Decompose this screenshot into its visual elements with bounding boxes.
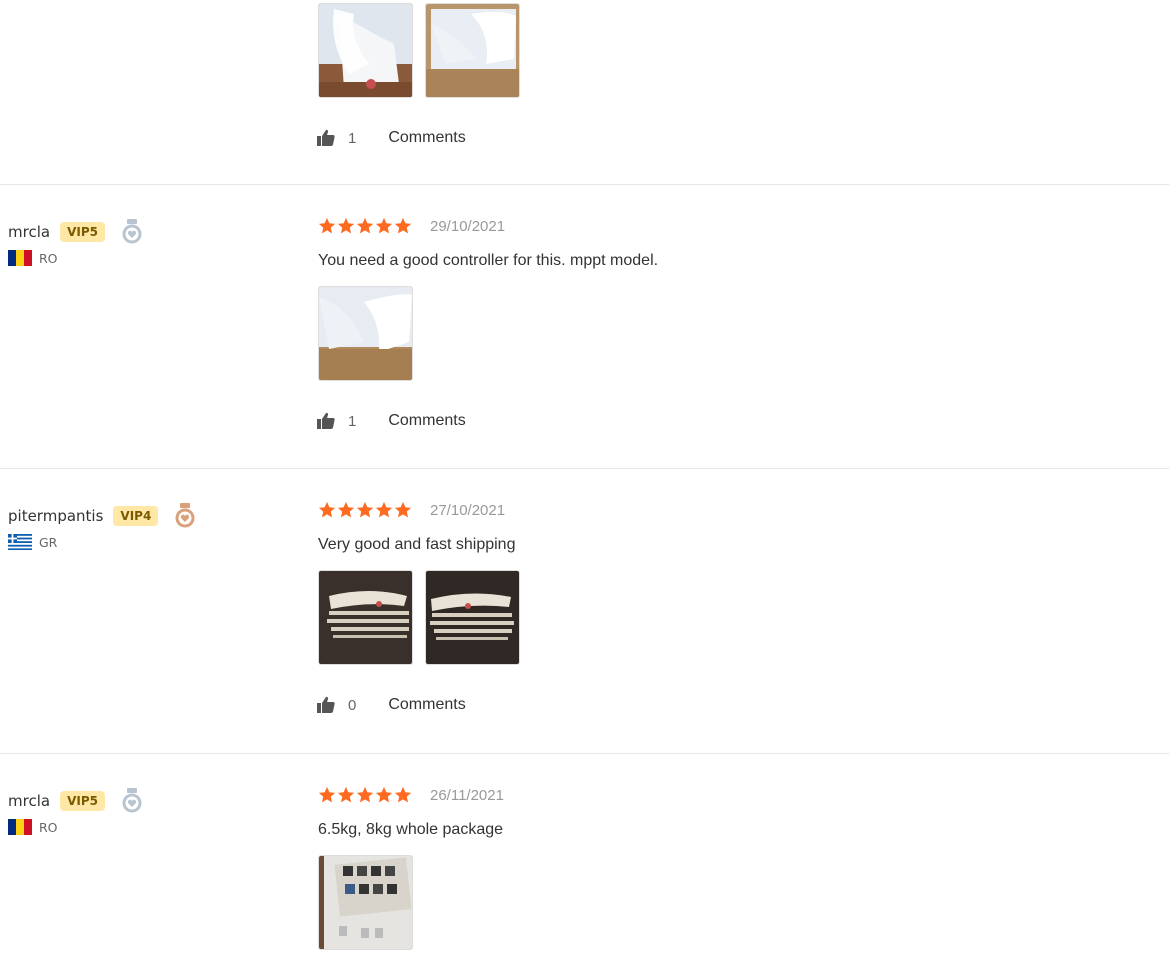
reviewer-country: RO bbox=[39, 250, 58, 266]
review-actions: 1 Comments bbox=[317, 411, 1158, 431]
review-photo-thumbnail[interactable] bbox=[318, 286, 413, 381]
comments-link[interactable]: Comments bbox=[388, 412, 465, 430]
star-icon bbox=[318, 786, 336, 803]
like-button[interactable]: 1 bbox=[317, 128, 357, 148]
bronze-medal-icon bbox=[175, 503, 195, 528]
silver-medal-icon bbox=[122, 219, 142, 244]
reviewer-info: mrcla VIP5 RO bbox=[8, 788, 298, 835]
reviewer-name[interactable]: pitermpantis bbox=[8, 507, 103, 525]
star-icon bbox=[356, 217, 374, 234]
like-button[interactable]: 1 bbox=[317, 411, 357, 431]
review-text: 6.5kg, 8kg whole package bbox=[318, 821, 504, 838]
review-item: 1 Comments bbox=[0, 0, 1169, 185]
star-icon bbox=[394, 217, 412, 234]
review-photo-thumbnail[interactable] bbox=[425, 3, 520, 98]
star-icon bbox=[337, 501, 355, 518]
star-icon bbox=[337, 786, 355, 803]
reviews-page: 1 Comments mrcla VIP5 RO 29/10/2021 You … bbox=[0, 0, 1169, 966]
review-item: mrcla VIP5 RO bbox=[0, 185, 1169, 469]
like-button[interactable]: 0 bbox=[317, 695, 357, 715]
comments-link[interactable]: Comments bbox=[388, 696, 465, 714]
reviewer-name[interactable]: mrcla bbox=[8, 223, 50, 241]
review-photo-thumbnail[interactable] bbox=[318, 570, 413, 665]
review-actions: 0 Comments bbox=[317, 695, 1158, 715]
vip-badge: VIP5 bbox=[60, 222, 105, 242]
star-icon bbox=[318, 217, 336, 234]
review-date: 27/10/2021 bbox=[430, 501, 506, 519]
reviewer-country: GR bbox=[39, 534, 58, 550]
review-photo-thumbnail[interactable] bbox=[425, 570, 520, 665]
review-images bbox=[318, 855, 1158, 950]
like-count: 0 bbox=[348, 696, 357, 714]
romania-flag-icon bbox=[8, 250, 32, 266]
star-rating bbox=[318, 217, 412, 235]
vip-badge: VIP5 bbox=[60, 791, 105, 811]
review-photo-thumbnail[interactable] bbox=[318, 855, 413, 950]
star-icon bbox=[356, 786, 374, 803]
review-item: mrcla VIP5 RO bbox=[0, 754, 1169, 966]
star-rating bbox=[318, 501, 412, 519]
reviewer-name[interactable]: mrcla bbox=[8, 792, 50, 810]
star-icon bbox=[394, 786, 412, 803]
thumbs-up-icon bbox=[317, 412, 335, 429]
star-icon bbox=[375, 217, 393, 234]
star-icon bbox=[318, 501, 336, 518]
review-date: 26/11/2021 bbox=[430, 786, 504, 804]
greece-flag-icon bbox=[8, 534, 32, 550]
review-images bbox=[318, 286, 1158, 381]
silver-medal-icon bbox=[122, 788, 142, 813]
star-icon bbox=[356, 501, 374, 518]
star-icon bbox=[394, 501, 412, 518]
like-count: 1 bbox=[348, 129, 357, 147]
thumbs-up-icon bbox=[317, 129, 335, 146]
star-icon bbox=[375, 786, 393, 803]
review-text: You need a good controller for this. mpp… bbox=[318, 252, 659, 269]
star-icon bbox=[375, 501, 393, 518]
comments-link[interactable]: Comments bbox=[388, 129, 465, 147]
review-images bbox=[318, 570, 1158, 665]
thumbs-up-icon bbox=[317, 696, 335, 713]
star-icon bbox=[337, 217, 355, 234]
review-actions: 1 Comments bbox=[317, 128, 1158, 148]
reviewer-info: mrcla VIP5 RO bbox=[8, 219, 298, 266]
review-images bbox=[318, 3, 1158, 98]
review-date: 29/10/2021 bbox=[430, 217, 506, 235]
like-count: 1 bbox=[348, 412, 357, 430]
reviewer-info: pitermpantis VIP4 GR bbox=[8, 503, 298, 550]
romania-flag-icon bbox=[8, 819, 32, 835]
review-photo-thumbnail[interactable] bbox=[318, 3, 413, 98]
review-text: Very good and fast shipping bbox=[318, 536, 516, 553]
review-item: pitermpantis VIP4 GR 27/10/2021 Very goo… bbox=[0, 469, 1169, 754]
vip-badge: VIP4 bbox=[113, 506, 159, 526]
reviewer-country: RO bbox=[39, 819, 58, 835]
star-rating bbox=[318, 786, 412, 804]
